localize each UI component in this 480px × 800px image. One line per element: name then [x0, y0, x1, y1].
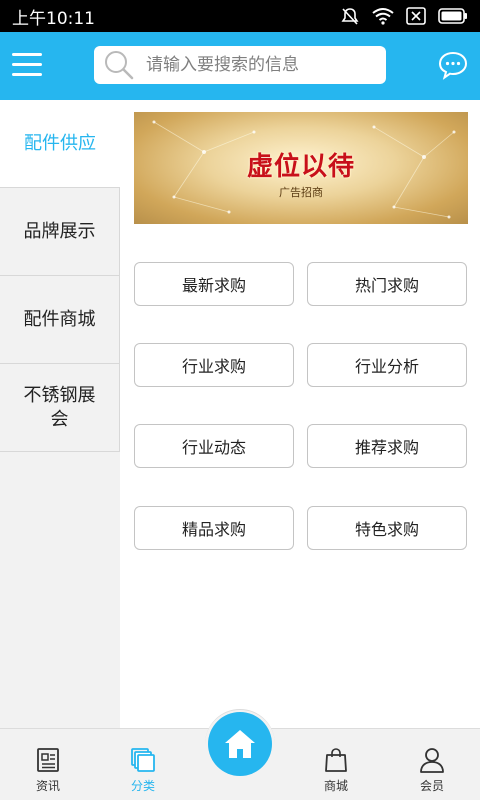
menu-icon-line: [12, 73, 42, 76]
recommended-purchase-button[interactable]: 推荐求购: [307, 424, 467, 468]
menu-icon-line: [12, 53, 42, 56]
menu-button[interactable]: [12, 52, 42, 78]
sidebar-item-label: 配件供应: [24, 132, 96, 154]
app-header: [0, 32, 480, 100]
news-icon: [37, 748, 59, 772]
shopping-bag-icon: [325, 748, 347, 772]
battery-icon: [438, 8, 468, 24]
main-content: 虚位以待 广告招商 最新求购 热门求购 行业求购 行业分析 行业动态 推荐求购 …: [120, 100, 480, 728]
mute-icon: [340, 6, 360, 26]
premium-purchase-button[interactable]: 精品求购: [134, 506, 294, 550]
sim-icon: [406, 7, 426, 25]
wifi-icon: [372, 7, 394, 25]
sidebar: 配件供应 品牌展示 配件商城 不锈钢展会: [0, 100, 120, 728]
nav-item-mall[interactable]: 商城: [296, 729, 376, 800]
nav-item-category[interactable]: 分类: [103, 729, 183, 800]
industry-analysis-button[interactable]: 行业分析: [307, 343, 467, 387]
status-time: 上午10:11: [12, 8, 95, 29]
nav-label: 资讯: [35, 779, 60, 793]
sidebar-item-label: 配件商城: [23, 308, 96, 330]
banner-subtitle: 广告招商: [279, 186, 323, 199]
industry-news-button[interactable]: 行业动态: [134, 424, 294, 468]
nav-label: 分类: [130, 779, 155, 793]
sidebar-item-stainless-steel-expo[interactable]: 不锈钢展会: [0, 364, 120, 452]
latest-purchase-button[interactable]: 最新求购: [134, 262, 294, 306]
user-icon: [420, 748, 444, 773]
search-box[interactable]: [94, 46, 386, 84]
banner-title: 虚位以待: [246, 152, 355, 182]
nav-item-member[interactable]: 会员: [392, 729, 472, 800]
home-button[interactable]: [208, 712, 272, 776]
featured-purchase-button[interactable]: 特色求购: [307, 506, 467, 550]
chat-bubble-icon: [438, 51, 468, 80]
ad-banner[interactable]: 虚位以待 广告招商: [134, 112, 468, 224]
nav-label: 会员: [419, 779, 444, 793]
chat-button[interactable]: [438, 50, 468, 80]
menu-icon-line: [12, 63, 42, 66]
sidebar-item-parts-mall[interactable]: 配件商城: [0, 276, 120, 364]
search-input[interactable]: [146, 55, 386, 75]
sidebar-item-label: 品牌展示: [23, 220, 96, 242]
status-icons: [340, 6, 468, 26]
search-icon: [102, 48, 136, 82]
status-bar: 上午10:11: [0, 0, 480, 32]
bottom-nav: 资讯 分类 商城 会员: [0, 709, 480, 800]
home-icon: [225, 730, 255, 758]
sidebar-item-label: 不锈钢展会: [23, 384, 96, 430]
nav-item-news[interactable]: 资讯: [8, 729, 88, 800]
sidebar-item-brand-showcase[interactable]: 品牌展示: [0, 188, 120, 276]
hot-purchase-button[interactable]: 热门求购: [307, 262, 467, 306]
category-icon: [131, 748, 155, 772]
sidebar-item-parts-supply[interactable]: 配件供应: [0, 100, 120, 188]
industry-purchase-button[interactable]: 行业求购: [134, 343, 294, 387]
nav-label: 商城: [323, 779, 348, 793]
